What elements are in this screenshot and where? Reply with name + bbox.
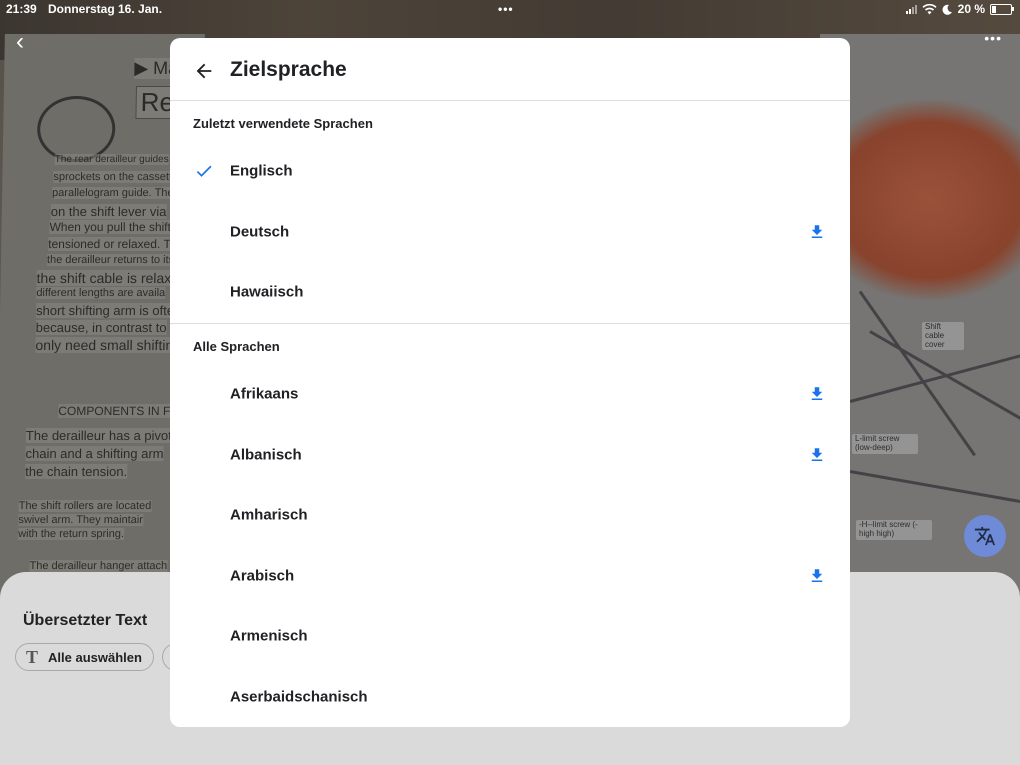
language-name: Hawaiisch xyxy=(230,283,304,301)
more-options-icon[interactable]: ••• xyxy=(984,30,1002,46)
language-row-aserbaidschanisch[interactable]: Aserbaidschanisch xyxy=(170,667,850,727)
language-row-hawaiisch[interactable]: Hawaiisch xyxy=(170,262,850,322)
status-date: Donnerstag 16. Jan. xyxy=(48,2,163,16)
language-name: Arabisch xyxy=(230,567,295,584)
language-name: Amharisch xyxy=(230,506,308,524)
translate-fab[interactable] xyxy=(964,515,1006,557)
language-name: Albanisch xyxy=(230,446,302,463)
target-language-dialog: Zielsprache Zuletzt verwendete Sprachen … xyxy=(170,38,850,727)
all-section-label: Alle Sprachen xyxy=(193,339,280,354)
language-name: Afrikaans xyxy=(230,385,299,403)
download-icon[interactable] xyxy=(808,567,826,585)
language-row-arabisch[interactable]: Arabisch xyxy=(170,546,850,606)
section-divider xyxy=(170,323,850,324)
moon-icon xyxy=(942,4,952,15)
language-row-deutsch[interactable]: Deutsch xyxy=(170,202,850,262)
language-row-amharisch[interactable]: Amharisch xyxy=(170,485,850,545)
chevron-left-icon[interactable]: ‹ xyxy=(16,28,24,56)
language-name: Armenisch xyxy=(230,627,308,645)
checkmark-icon xyxy=(196,165,212,177)
download-icon[interactable] xyxy=(808,223,826,241)
recent-section-label: Zuletzt verwendete Sprachen xyxy=(193,116,373,131)
select-all-button[interactable]: T Alle auswählen xyxy=(15,643,154,671)
language-row-afrikaans[interactable]: Afrikaans xyxy=(170,364,850,424)
download-icon[interactable] xyxy=(808,385,826,403)
battery-percent: 20 % xyxy=(957,2,985,16)
language-row-albanisch[interactable]: Albanisch xyxy=(170,425,850,485)
sheet-title: Übersetzter Text xyxy=(23,612,148,629)
language-row-armenisch[interactable]: Armenisch xyxy=(170,606,850,666)
multitasking-dots-icon[interactable]: ••• xyxy=(498,2,514,16)
dialog-title: Zielsprache xyxy=(230,58,347,81)
language-row-englisch[interactable]: Englisch xyxy=(170,141,850,201)
dialog-header: Zielsprache xyxy=(170,38,850,101)
wifi-icon xyxy=(922,3,937,14)
language-name: Aserbaidschanisch xyxy=(230,688,368,705)
back-arrow-icon[interactable] xyxy=(193,60,215,82)
language-name: Deutsch xyxy=(230,223,290,240)
translate-icon xyxy=(974,526,996,546)
status-bar: 21:39 Donnerstag 16. Jan. ••• 20 % xyxy=(0,0,1020,20)
select-all-label: Alle auswählen xyxy=(48,649,142,665)
download-icon[interactable] xyxy=(808,446,826,464)
language-name: Englisch xyxy=(230,162,293,180)
battery-icon xyxy=(990,3,1014,15)
cellular-signal-icon xyxy=(905,4,917,14)
status-time: 21:39 xyxy=(6,2,37,16)
text-icon: T xyxy=(26,646,39,667)
